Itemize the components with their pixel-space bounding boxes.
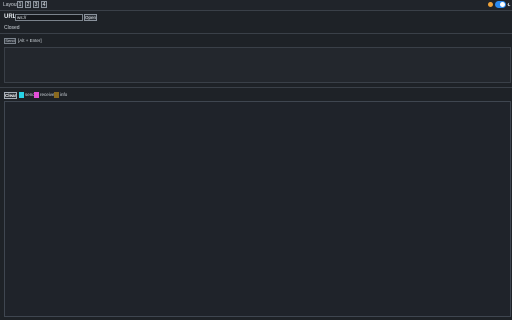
open-button[interactable]: Open <box>84 14 97 21</box>
moon-icon <box>507 2 511 7</box>
send-shortcut-hint: [Alt + Enter] <box>18 38 42 43</box>
message-textarea[interactable] <box>4 47 511 83</box>
toggle-knob <box>500 2 505 7</box>
legend-label-info: info <box>60 92 68 97</box>
url-input[interactable]: ws:// <box>15 14 83 21</box>
layout-button-4[interactable]: 4 <box>41 1 47 8</box>
send-button[interactable]: Send <box>4 38 16 44</box>
legend-swatch-send <box>19 92 24 98</box>
divider <box>0 87 512 88</box>
theme-toggle[interactable] <box>495 1 506 8</box>
layout-button-3[interactable]: 3 <box>33 1 39 8</box>
layout-label: Layout <box>3 2 19 8</box>
layout-button-2[interactable]: 2 <box>25 1 31 8</box>
clear-button[interactable]: Clear <box>4 92 17 99</box>
top-bar: Layout 1 2 3 4 <box>0 0 512 11</box>
message-log[interactable] <box>4 101 511 317</box>
sun-icon <box>488 2 493 7</box>
divider <box>0 33 512 34</box>
legend-label-receive: receive <box>40 92 55 97</box>
connection-status: Closed <box>4 25 20 31</box>
legend-swatch-receive <box>34 92 39 98</box>
legend-swatch-info <box>54 92 59 98</box>
layout-button-1[interactable]: 1 <box>17 1 23 8</box>
